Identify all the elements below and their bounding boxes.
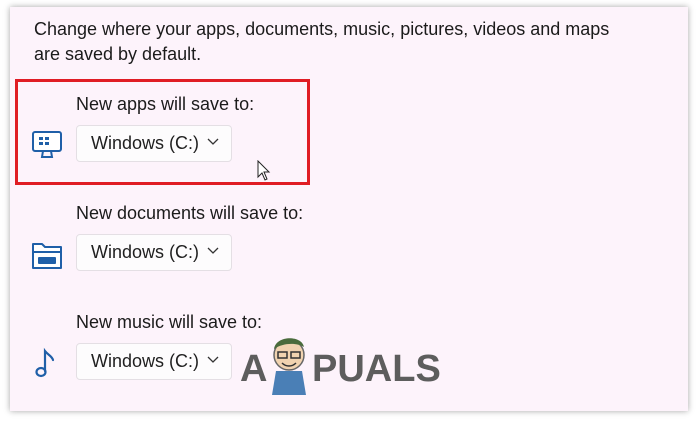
- folder-drive-icon: [32, 243, 62, 269]
- storage-settings-panel: Change where your apps, documents, music…: [10, 7, 688, 411]
- documents-save-label: New documents will save to:: [76, 203, 304, 223]
- chevron-down-icon: [207, 247, 219, 254]
- watermark-text-puals: PUALS: [312, 348, 441, 390]
- chevron-down-icon: [207, 356, 219, 363]
- watermark-letter-a: A: [240, 348, 267, 390]
- music-drive-value: Windows (C:): [91, 351, 200, 371]
- appuals-watermark-logo: A PUALS: [240, 338, 441, 395]
- music-save-label: New music will save to:: [76, 312, 263, 332]
- documents-drive-value: Windows (C:): [91, 242, 200, 262]
- description-line-2: are saved by default.: [34, 44, 202, 64]
- mouse-cursor-icon: [257, 160, 271, 181]
- music-drive-dropdown[interactable]: Windows (C:): [76, 343, 232, 380]
- documents-drive-dropdown[interactable]: Windows (C:): [76, 234, 232, 271]
- music-note-icon: [35, 347, 55, 378]
- mascot-icon: [272, 338, 306, 395]
- description-text: Change where your apps, documents, music…: [34, 17, 634, 67]
- description-line-1: Change where your apps, documents, music…: [34, 19, 610, 39]
